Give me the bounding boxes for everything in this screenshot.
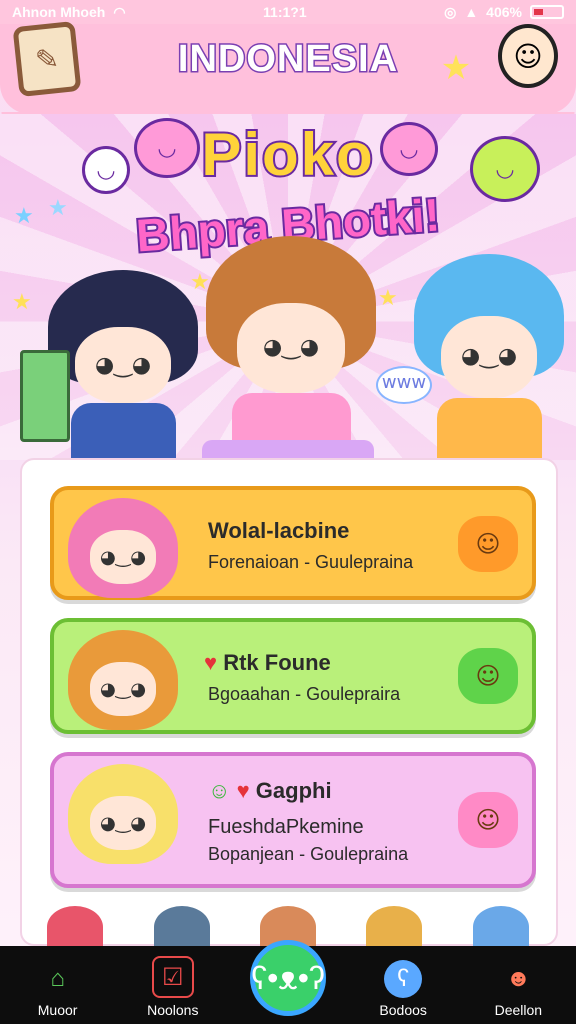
carrier-text: Ahnon Mhoeh xyxy=(12,4,106,20)
green-blob-badge-icon: ☺ xyxy=(458,648,518,704)
battery-icon xyxy=(529,5,564,19)
star-icon[interactable]: ★ xyxy=(438,50,474,86)
nav-label: Muoor xyxy=(37,1002,78,1018)
bottom-nav: ⌂ Muoor ☑ Noolons ʕ•ᴥ•ʔ ʕ Bodoos ☻ Deell… xyxy=(0,940,576,1024)
logo-line-1: Pioko xyxy=(199,119,375,190)
pink-flower-badge-icon: ☺ xyxy=(458,792,518,848)
book-icon xyxy=(20,350,70,442)
card-title: Wolal-lacbine xyxy=(208,518,350,543)
character-thumbnail: ◕‿◕ xyxy=(68,498,178,598)
card-subtitle: Bgoaahan - Goulepraira xyxy=(208,684,401,704)
nav-item-center[interactable]: ʕ•ᴥ•ʔ xyxy=(238,940,338,1018)
nav-item-home[interactable]: ⌂ Muoor xyxy=(8,960,108,1018)
card-subtitle: FueshdaPkemine xyxy=(208,816,364,838)
character-dark-hair: ◕‿◕ xyxy=(48,270,198,460)
speech-bubble: www xyxy=(376,366,432,404)
bear-icon: ʕ xyxy=(384,960,423,998)
character-thumbnail: ◕‿◕ xyxy=(68,764,178,864)
nav-label: Bodoos xyxy=(379,1002,427,1018)
character-peek xyxy=(47,906,104,948)
avatar-icon[interactable]: ☺ xyxy=(498,24,558,88)
panel-tab xyxy=(202,440,374,460)
nav-label: Deellon xyxy=(494,1002,543,1018)
star-deco-icon: ★ xyxy=(12,290,32,315)
card-title: ♥ Rtk Foune xyxy=(204,650,331,675)
home-icon: ⌂ xyxy=(50,965,65,992)
heart-icon: ♥ xyxy=(236,778,250,803)
card-title: ☺ ♥ Gagphi xyxy=(208,778,332,803)
app-header: ✎ INDONESIA ★ ☺ xyxy=(0,20,576,128)
signal-icon: ▲ xyxy=(464,4,479,20)
card-panel: ◕‿◕ Wolal-lacbine Forenaioan - Guuleprai… xyxy=(20,458,558,946)
character-peek xyxy=(153,906,210,948)
character-icon: ☻ xyxy=(505,965,531,992)
flower-badge-icon: ☺ xyxy=(458,516,518,572)
cat-icon: ʕ•ᴥ•ʔ xyxy=(249,940,326,1016)
wifi-icon: ◠ xyxy=(113,3,126,20)
status-bar: Ahnon Mhoeh ◠ 11:1?1 ◎ ▲ 406% xyxy=(0,0,576,24)
star-deco-icon: ★ xyxy=(378,286,398,311)
frog-icon: ☺ xyxy=(208,778,231,803)
heart-icon: ♥ xyxy=(204,650,218,675)
list-item[interactable]: ◕‿◕ ☺ ♥ Gagphi FueshdaPkemine Bopanjean … xyxy=(50,752,536,888)
character-brown-hair: ◕‿◕ xyxy=(206,236,376,460)
character-peek xyxy=(472,906,529,948)
nav-item-bodoos[interactable]: ʕ Bodoos xyxy=(353,960,453,1018)
nav-label: Noolons xyxy=(147,1002,199,1018)
character-peek xyxy=(366,906,423,948)
list-item[interactable]: ◕‿◕ Wolal-lacbine Forenaioan - Guuleprai… xyxy=(50,486,536,600)
list-item[interactable]: ◕‿◕ ♥ Rtk Foune Bgoaahan - Goulepraira ☺ xyxy=(50,618,536,734)
nav-item-profile[interactable]: ☻ Deellon xyxy=(468,960,568,1018)
checkbox-icon: ☑ xyxy=(151,956,194,998)
battery-text: 406% xyxy=(486,4,522,20)
nav-item-notes[interactable]: ☑ Noolons xyxy=(123,956,223,1018)
card-subtitle: Forenaioan - Guulepraina xyxy=(208,552,414,572)
hero-banner: ◡ ◡ ◡ ◡ ★ ★ ★ ★ ★ Pioko Bhpra Bhotki! ◕‿… xyxy=(0,114,576,460)
character-blue-hair: ◕‿◕ xyxy=(414,254,564,460)
character-thumbnail: ◕‿◕ xyxy=(68,630,178,730)
card-subtitle-2: Bopanjean - Goulepraina xyxy=(208,844,409,864)
location-icon: ◎ xyxy=(444,3,457,20)
page-title: INDONESIA xyxy=(176,37,399,82)
clock-text: 11:1?1 xyxy=(263,4,307,20)
